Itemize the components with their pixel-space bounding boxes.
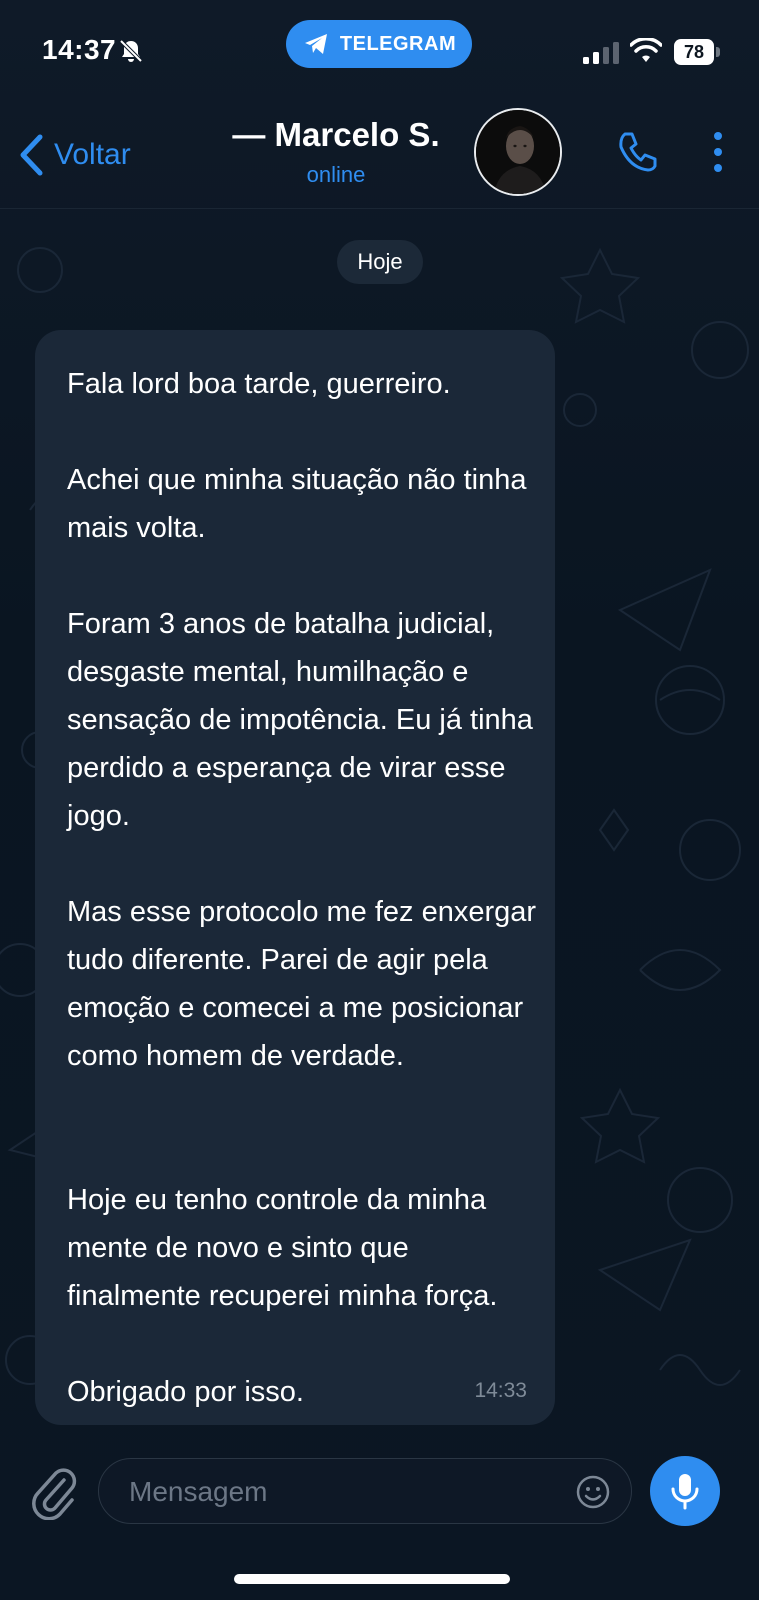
cellular-signal-icon [583,42,619,64]
message-paragraph: Achei que minha situação não tinha mais … [67,464,527,544]
contact-status: online [306,162,366,187]
message-paragraph: Foram 3 anos de batalha judicial, desgas… [67,608,533,832]
message-paragraph: Mas esse protocolo me fez enxergar tudo … [67,896,537,1072]
avatar-portrait [476,110,560,194]
telegram-app-pill[interactable]: TELEGRAM [286,20,472,68]
message-field[interactable] [98,1458,632,1525]
wifi-icon [630,38,662,62]
battery-level: 78 [674,39,714,65]
avatar[interactable] [474,108,562,196]
message-paragraph: Hoje eu tenho controle da minha mente de… [67,1184,498,1312]
smiley-icon[interactable] [575,1474,611,1510]
microphone-icon [671,1474,699,1510]
battery-nub [716,47,720,57]
incoming-message-bubble[interactable]: Fala lord boa tarde, guerreiro. Achei qu… [35,330,555,1425]
telegram-plane-icon [304,34,327,54]
message-input[interactable] [127,1459,551,1525]
paperclip-icon[interactable] [28,1462,78,1520]
chat-header: Voltar — Marcelo S. online [0,100,759,209]
status-bar: 14:37 TELEGRAM 78 [0,0,759,100]
message-paragraph: Fala lord boa tarde, guerreiro. [67,368,451,400]
status-time: 14:37 [42,34,117,65]
date-separator: Hoje [337,240,423,284]
more-vertical-icon[interactable] [706,128,730,176]
telegram-pill-label: TELEGRAM [339,32,457,55]
contact-name[interactable]: — Marcelo S. [0,116,672,154]
message-time: 14:33 [474,1379,527,1402]
message-paragraph: Obrigado por isso. [67,1376,304,1408]
telegram-chat-screen: 14:37 TELEGRAM 78 Voltar — Marcelo S. on… [0,0,759,1600]
phone-icon[interactable] [613,128,661,176]
bell-slash-icon [119,39,143,63]
battery-indicator: 78 [674,39,720,65]
microphone-button[interactable] [650,1456,720,1526]
message-input-bar [0,1440,759,1600]
home-indicator[interactable] [234,1574,510,1584]
